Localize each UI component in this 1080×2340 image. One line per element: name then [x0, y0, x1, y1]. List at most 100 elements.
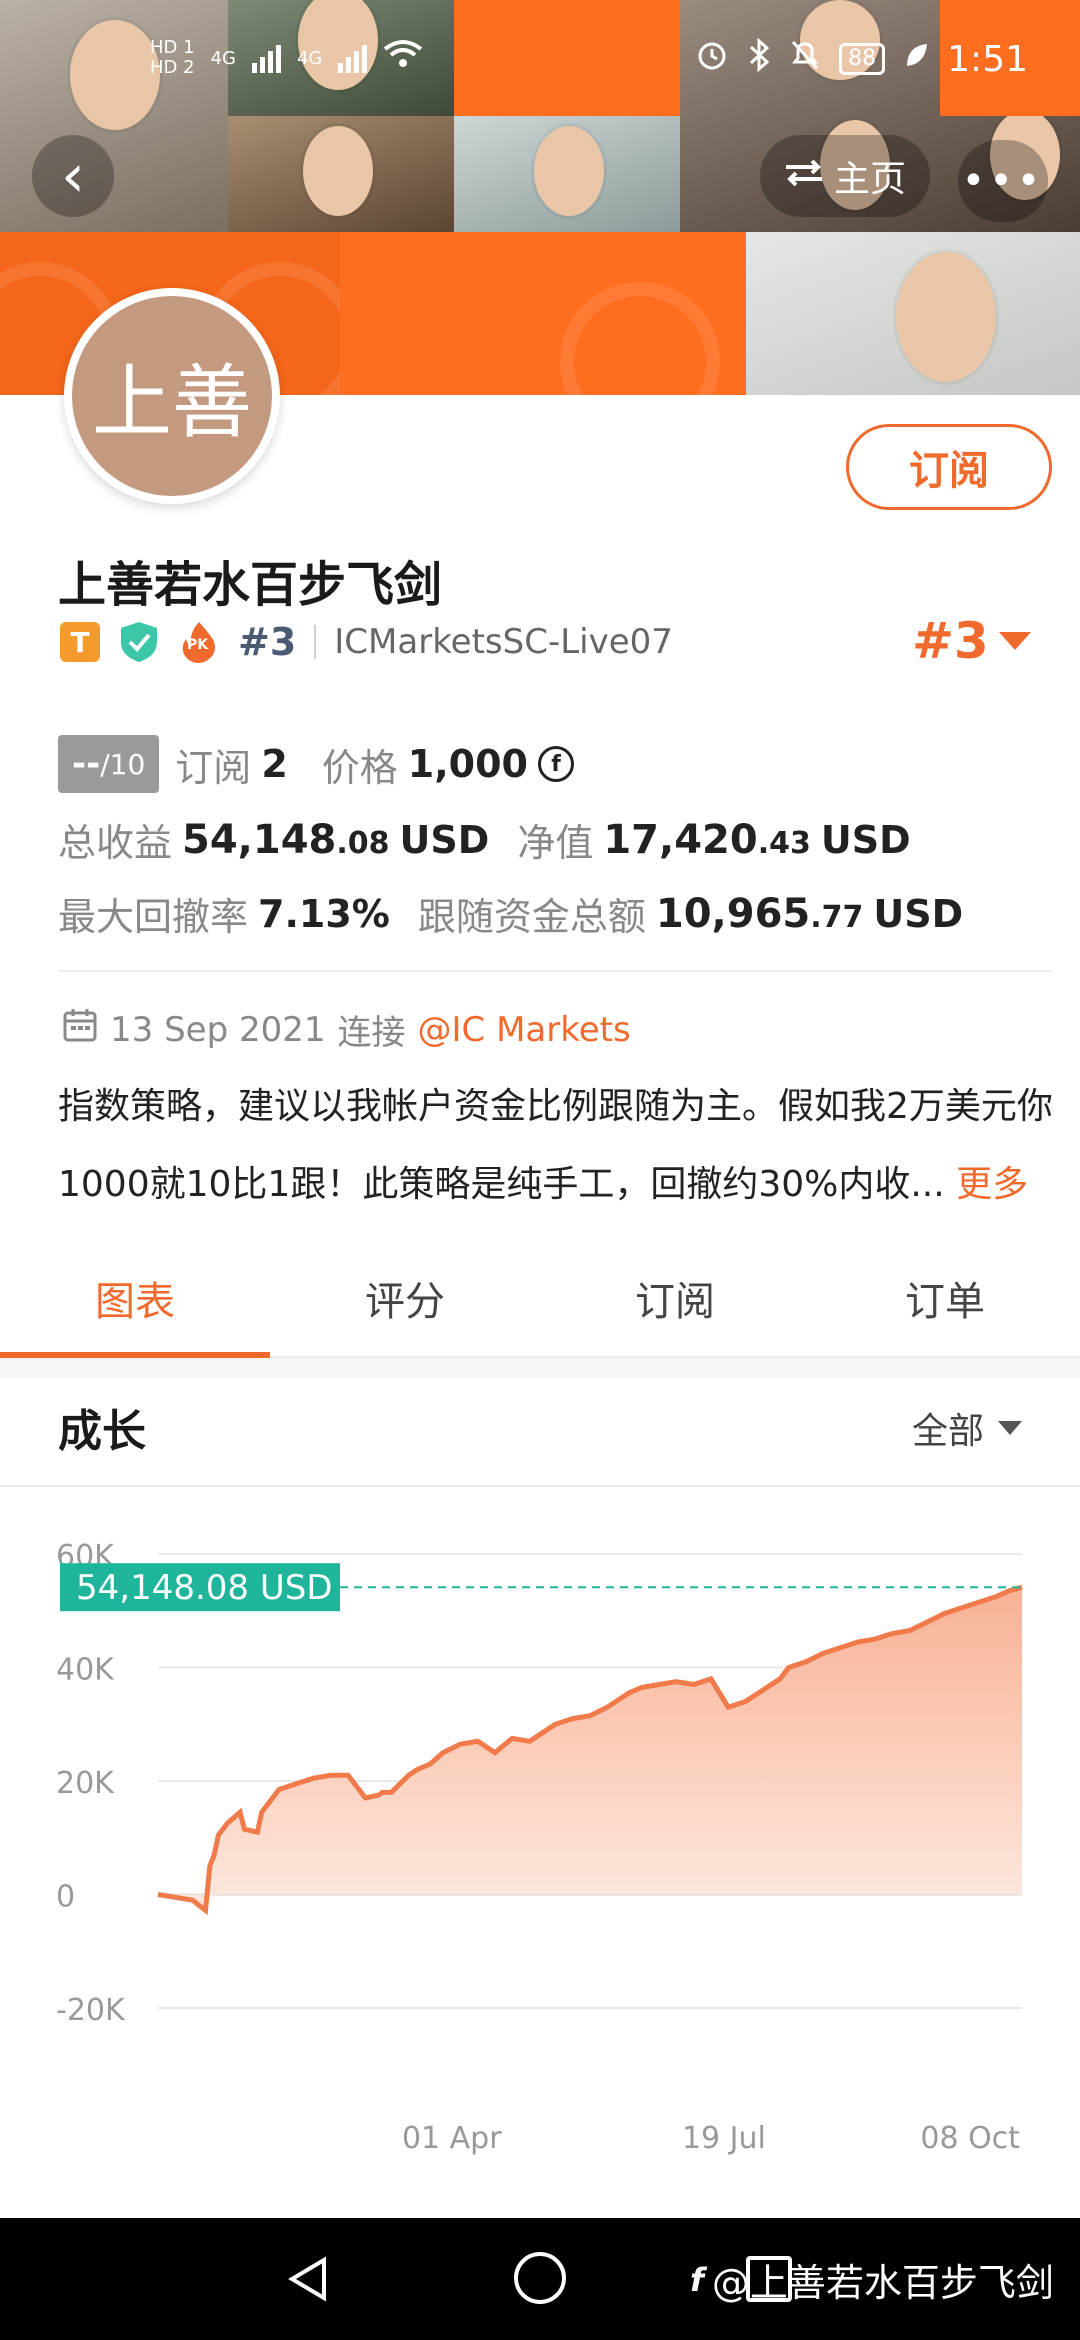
follow-funds-unit: USD: [873, 891, 964, 936]
price-label: 价格: [321, 745, 398, 790]
total-profit-value: 54,148: [182, 816, 337, 863]
follow-funds-cents: .77: [810, 899, 864, 935]
caret-down-icon: [998, 1421, 1023, 1435]
total-profit-cents: .08: [336, 825, 390, 861]
broker-link[interactable]: @IC Markets: [418, 1010, 631, 1050]
total-profit-amount: 54,148.08: [182, 817, 390, 863]
y-tick-label: 20K: [56, 1766, 115, 1801]
subscribers-label: 订阅: [175, 745, 252, 790]
max-drawdown-value: 7.13%: [258, 891, 390, 936]
stats-row-3: 最大回撤率 7.13% 跟随资金总额 10,965.77 USD: [58, 886, 963, 941]
watermark-text: @上善若水百步飞剑: [711, 2261, 1054, 2305]
more-options-button[interactable]: •••: [958, 140, 1048, 222]
signal-icon: [251, 43, 281, 73]
growth-chart[interactable]: 60K40K20K0-20K 01 Apr 19 Jul 08 Oct 54,148…: [0, 1500, 1080, 2180]
description-line-1: 指数策略，建议以我帐户资金比例跟随为主。假如我2万美元你: [58, 1086, 1053, 1127]
hd1-label: HD 1: [150, 37, 195, 58]
status-bar-left: HD 1 HD 2 4G 4G: [150, 38, 423, 78]
growth-title: 成长: [58, 1406, 146, 1457]
subscribe-button[interactable]: 订阅: [846, 424, 1052, 510]
banner-orange-tile: [454, 0, 680, 116]
trader-badge-icon[interactable]: T: [60, 622, 100, 662]
swap-icon: [784, 156, 824, 197]
hd-labels: HD 1 HD 2: [150, 38, 195, 78]
connection-info: 13 Sep 2021 连接 @IC Markets: [62, 1005, 631, 1054]
home-button-label: 主页: [833, 159, 906, 200]
strategy-description: 指数策略，建议以我帐户资金比例跟随为主。假如我2万美元你 1000就10比1跟！…: [58, 1068, 1058, 1224]
home-button[interactable]: 主页: [760, 135, 930, 217]
stats-row-1: --/10 订阅 2 价格 1,000 f: [58, 735, 574, 793]
subscribers-value: 2: [261, 742, 288, 786]
divider: [58, 970, 1052, 972]
banner-photo: [746, 232, 1080, 395]
score-value: --: [72, 744, 101, 784]
connect-label: 连接: [337, 1013, 406, 1053]
nav-back-button[interactable]: [284, 2254, 334, 2304]
divider: [0, 1485, 1080, 1487]
status-bar-right: 88 1:51: [695, 37, 1028, 80]
score-total: /10: [100, 747, 146, 781]
network-type-label: 4G: [210, 47, 236, 69]
price-value: 1,000: [407, 742, 528, 786]
back-button[interactable]: ‹: [32, 135, 114, 217]
hd2-label: HD 2: [150, 57, 195, 78]
score-pill[interactable]: --/10: [58, 735, 160, 793]
tab-subscriptions[interactable]: 订阅: [540, 1262, 810, 1356]
description-line-2: 1000就10比1跟！此策略是纯手工，回撤约30%内收... 更多: [58, 1146, 1058, 1224]
wifi-icon: [383, 39, 423, 77]
equity-value: 17,420: [603, 816, 758, 863]
mute-icon: [789, 38, 821, 80]
chevron-left-icon: ‹: [61, 141, 85, 211]
bluetooth-icon: [747, 37, 771, 80]
rank-dropdown[interactable]: #3: [912, 612, 1031, 670]
description-line-2-text: 1000就10比1跟！此策略是纯手工，回撤约30%内收...: [58, 1164, 945, 1205]
battery-indicator: 88: [839, 43, 886, 75]
y-tick-label: -20K: [56, 1993, 126, 2028]
watermark-logo-icon: f: [690, 2260, 704, 2299]
avatar[interactable]: 上善: [64, 288, 280, 504]
more-dots-icon: •••: [961, 158, 1045, 204]
coin-icon: f: [537, 746, 574, 782]
server-name: ICMarketsSC-Live07: [334, 622, 673, 662]
follow-funds-amount: 10,965.77: [656, 891, 864, 937]
verified-shield-icon[interactable]: [118, 620, 160, 664]
watermark: f @上善若水百步飞剑: [690, 2252, 1054, 2307]
rank-small: #3: [238, 620, 297, 664]
pk-label: PK: [187, 637, 209, 653]
caret-down-icon: [998, 632, 1031, 650]
y-tick-label: 0: [56, 1880, 75, 1915]
connect-date: 13 Sep 2021: [110, 1009, 326, 1050]
equity-label: 净值: [517, 821, 594, 865]
total-profit-label: 总收益: [58, 821, 173, 865]
stats-row-2: 总收益 54,148.08 USD 净值 17,420.43 USD: [58, 812, 911, 867]
x-tick-label: 08 Oct: [920, 2121, 1020, 2156]
divider: [314, 625, 317, 659]
banner-photo: [0, 0, 228, 232]
range-filter-dropdown[interactable]: 全部: [912, 1402, 1023, 1454]
trader-name: 上善若水百步飞剑: [58, 557, 443, 613]
signal-icon: [338, 43, 368, 73]
alarm-icon: [695, 38, 729, 80]
system-nav-bar: f @上善若水百步飞剑: [0, 2218, 1080, 2340]
footer-spacer: [0, 2185, 1080, 2220]
y-tick-label: 40K: [56, 1653, 115, 1688]
banner-photo: [454, 116, 680, 232]
section-separator: [0, 1358, 1080, 1378]
calendar-icon: [62, 1007, 98, 1052]
tab-rating[interactable]: 评分: [270, 1262, 540, 1356]
more-link[interactable]: 更多: [956, 1164, 1028, 1205]
pk-flame-icon[interactable]: PK: [178, 620, 220, 664]
banner-orange-tile: [340, 232, 746, 395]
x-tick-label: 01 Apr: [402, 2121, 502, 2156]
follow-funds-label: 跟随资金总额: [417, 895, 646, 939]
tab-chart[interactable]: 图表: [0, 1262, 270, 1360]
equity-unit: USD: [820, 817, 911, 862]
follow-funds-value: 10,965: [655, 890, 811, 937]
current-value-label: 54,148.08 USD: [76, 1568, 333, 1608]
nav-home-button[interactable]: [514, 2252, 566, 2304]
rank-big-label: #3: [912, 612, 989, 670]
leaf-icon: [903, 40, 929, 78]
range-filter-label: 全部: [912, 1411, 985, 1452]
tab-orders[interactable]: 订单: [810, 1262, 1080, 1356]
network-type-label: 4G: [296, 47, 323, 69]
